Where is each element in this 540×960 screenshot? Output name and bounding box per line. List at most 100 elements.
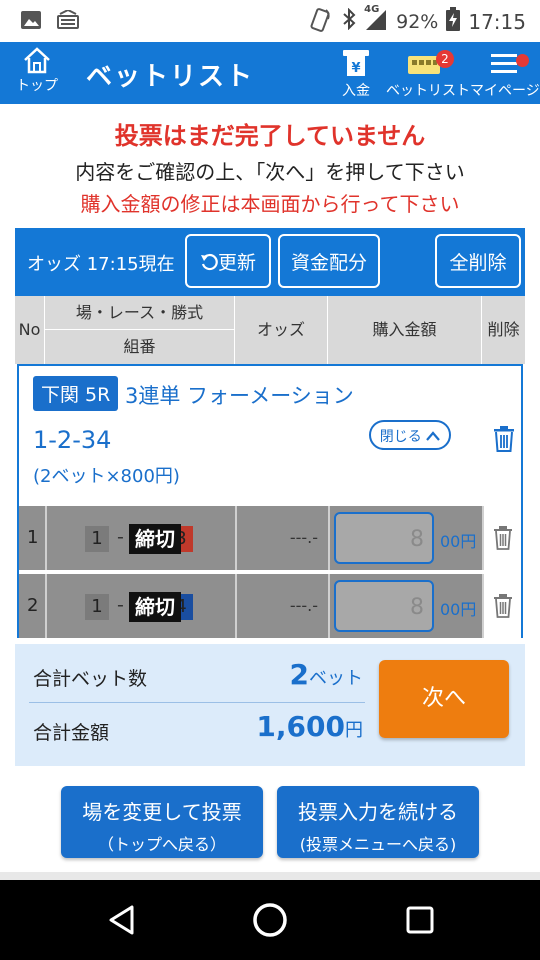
delete-row-button[interactable]	[493, 526, 513, 554]
deposit-icon: ¥	[343, 50, 369, 76]
bet-card: 下関 5R 3連単 フォーメーション 1-2-34 (2ベット×800円) 閉じ…	[17, 364, 523, 638]
instruction-notice: 内容をご確認の上、「次へ」を押して下さい	[75, 160, 465, 184]
total-amount-label: 合計金額	[33, 722, 110, 744]
divider	[29, 702, 365, 703]
table-row: 1 1 - 3 締切 ---.- 8 00円	[19, 504, 521, 570]
battery-icon	[446, 7, 461, 36]
trash-icon	[494, 594, 512, 618]
total-count-value: 2	[289, 658, 309, 691]
signal-icon: 4G	[364, 4, 388, 35]
col-delete: 削除	[487, 320, 520, 339]
trash-icon	[494, 426, 514, 452]
cast-icon	[56, 8, 80, 34]
total-amount-unit: 円	[345, 720, 363, 741]
home-nav-button[interactable]	[252, 902, 288, 942]
home-button[interactable]: トップ	[8, 46, 66, 100]
row-odds: ---.-	[237, 574, 330, 638]
next-button[interactable]: 次へ	[379, 660, 509, 738]
status-bar: 4G 92% 17:15	[0, 0, 540, 42]
mypage-label: マイページ	[470, 83, 540, 99]
row-combination: 1 - 3 締切	[47, 506, 237, 570]
col-race-line1: 場・レース・勝式	[75, 303, 204, 322]
delete-all-button[interactable]: 全削除	[435, 234, 521, 288]
separator: -	[117, 594, 124, 616]
closed-badge: 締切	[129, 524, 181, 554]
back-button[interactable]	[108, 904, 136, 940]
amount-notice: 購入金額の修正は本画面から行って下さい	[80, 192, 460, 216]
odds-toolbar: オッズ 17:15現在 更新 資金配分 全削除	[15, 228, 525, 296]
image-icon	[20, 10, 42, 34]
network-type: 4G	[364, 4, 380, 15]
page-title: ベットリスト	[86, 62, 255, 92]
continue-voting-sublabel: (投票メニューへ戻る)	[299, 835, 457, 854]
warning-notice: 投票はまだ完了していません	[114, 122, 426, 150]
home-label: トップ	[16, 78, 58, 94]
clock: 17:15	[468, 9, 526, 34]
amount-unit: 00円	[440, 532, 477, 551]
col-amount: 購入金額	[328, 296, 482, 364]
total-amount-value: 1,600	[256, 710, 345, 743]
continue-voting-label: 投票入力を続ける	[298, 800, 458, 824]
bet-type: 3連単 フォーメーション	[125, 384, 354, 408]
total-amount: 1,600円	[256, 710, 363, 743]
allocate-funds-button[interactable]: 資金配分	[278, 234, 380, 288]
deposit-label: 入金	[342, 83, 370, 99]
refresh-icon	[200, 253, 218, 271]
betlist-button[interactable]: 2 ベットリスト	[386, 48, 470, 98]
amount-input[interactable]: 8	[334, 580, 434, 632]
row-combination: 1 - 4 締切	[47, 574, 237, 638]
row-number: 2	[19, 574, 47, 638]
amount-unit: 00円	[440, 600, 477, 619]
refresh-button[interactable]: 更新	[185, 234, 271, 288]
footer-divider	[0, 872, 540, 880]
recents-icon	[406, 906, 434, 934]
row-amount: 8 00円	[330, 574, 484, 638]
system-navbar	[0, 880, 540, 960]
row-odds: ---.-	[237, 506, 330, 570]
separator: -	[117, 526, 124, 548]
table-header: No 場・レース・勝式 組番 オッズ 購入金額 削除	[15, 296, 525, 364]
svg-text:¥: ¥	[351, 61, 360, 76]
row-delete-cell	[484, 506, 521, 570]
venue-badge: 下関 5R	[33, 376, 119, 411]
total-count-label: 合計ベット数	[33, 668, 148, 690]
first-place: 1	[85, 526, 109, 552]
app-header: トップ ベットリスト ¥ 入金 2 ベットリスト マイページ	[0, 42, 540, 104]
battery-percent: 92%	[396, 10, 439, 33]
change-venue-label: 場を変更して投票	[82, 800, 242, 824]
allocate-label: 資金配分	[290, 252, 367, 274]
mypage-button[interactable]: マイページ	[470, 48, 540, 99]
col-no: No	[15, 296, 45, 364]
row-number: 1	[19, 506, 47, 570]
amount-input[interactable]: 8	[334, 512, 434, 564]
col-race-line2: 組番	[123, 337, 156, 356]
change-venue-button[interactable]: 場を変更して投票 （トップへ戻る）	[61, 786, 263, 858]
col-race: 場・レース・勝式 組番	[45, 296, 235, 364]
chevron-up-icon	[426, 431, 441, 441]
collapse-label: 閉じる	[379, 429, 422, 445]
notification-dot	[516, 54, 529, 67]
bluetooth-icon	[342, 7, 356, 35]
col-odds: オッズ	[235, 296, 328, 364]
delete-bet-button[interactable]	[493, 426, 515, 456]
total-count: 2ベット	[290, 658, 363, 691]
home-icon	[24, 47, 50, 74]
delete-all-label: 全削除	[449, 252, 507, 274]
odds-timestamp: オッズ 17:15現在	[27, 254, 175, 275]
deposit-button[interactable]: ¥ 入金	[334, 48, 378, 98]
row-amount: 8 00円	[330, 506, 484, 570]
combination: 1-2-34	[33, 426, 112, 454]
trash-icon	[494, 526, 512, 550]
row-delete-cell	[484, 574, 521, 638]
totals-panel: 合計ベット数 2ベット 合計金額 1,600円 次へ	[15, 644, 525, 766]
total-count-unit: ベット	[309, 668, 363, 689]
continue-voting-button[interactable]: 投票入力を続ける (投票メニューへ戻る)	[277, 786, 479, 858]
refresh-label: 更新	[217, 252, 256, 274]
first-place: 1	[85, 594, 109, 620]
delete-row-button[interactable]	[493, 594, 513, 622]
collapse-button[interactable]: 閉じる	[369, 420, 451, 450]
nfc-icon	[308, 6, 334, 37]
recents-button[interactable]	[406, 906, 434, 938]
back-icon	[109, 905, 134, 935]
home-circle-icon	[253, 903, 287, 937]
